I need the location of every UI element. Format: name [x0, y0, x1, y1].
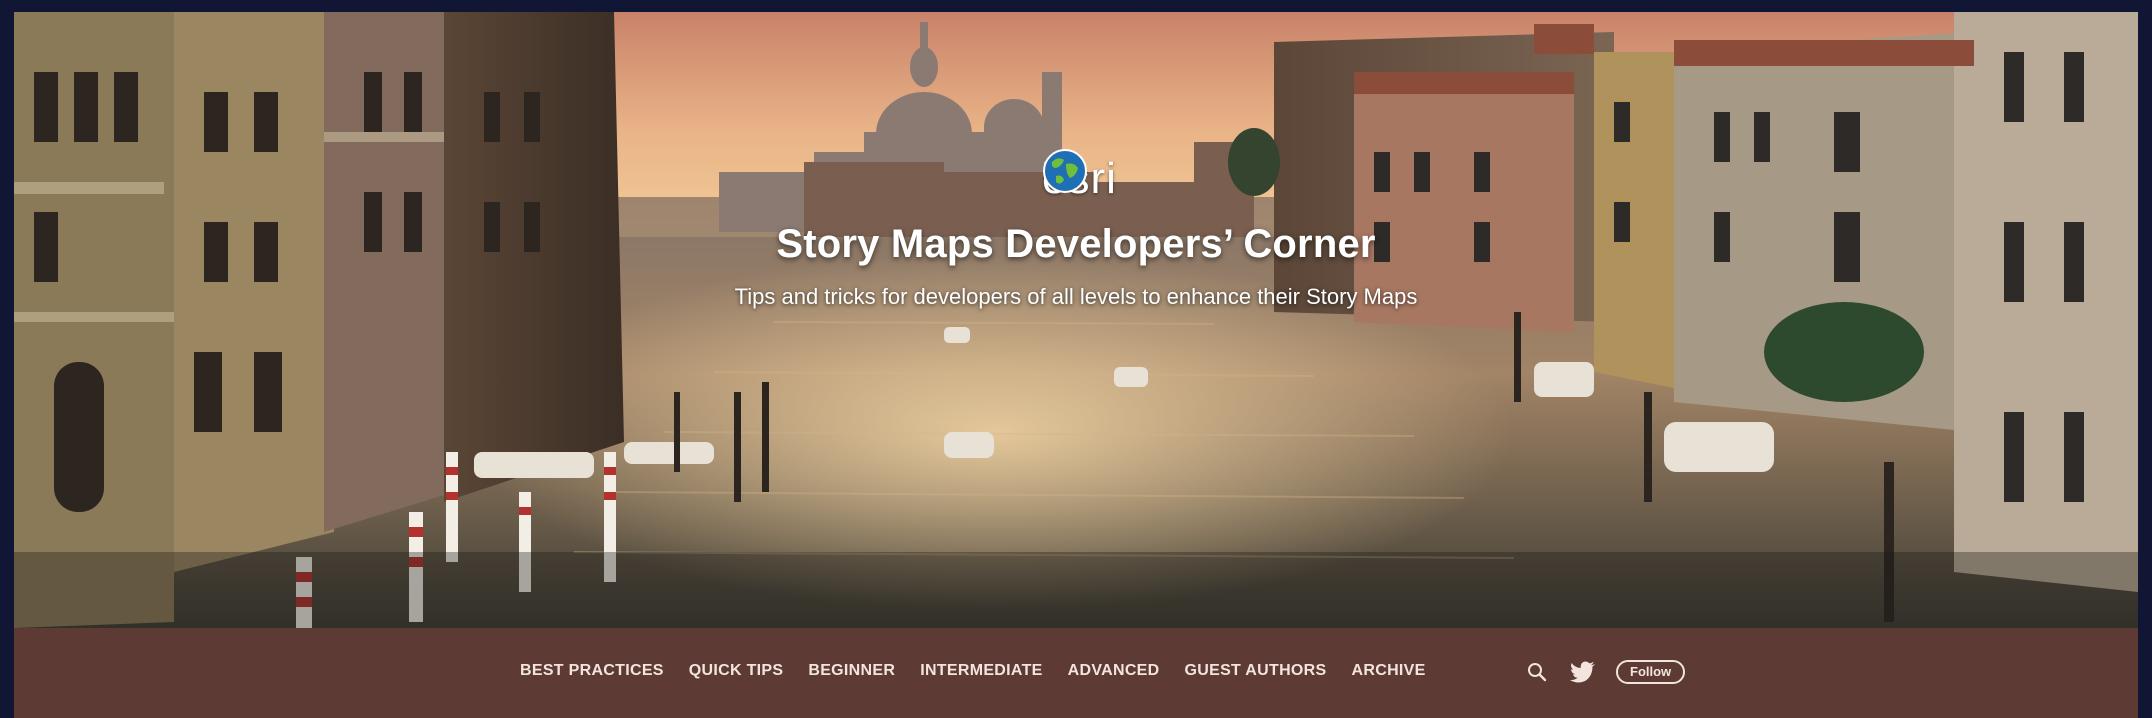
nav-item-guest-authors[interactable]: GUEST AUTHORS [1185, 662, 1327, 680]
hero-banner: esri Story Maps Developers’ Corner Tips … [14, 12, 2138, 628]
nav-menu: BEST PRACTICES QUICK TIPS BEGINNER INTER… [520, 662, 1451, 680]
nav-item-archive[interactable]: ARCHIVE [1352, 662, 1426, 680]
page-tagline: Tips and tricks for developers of all le… [734, 284, 1418, 309]
nav-tools: Follow [1526, 654, 1686, 690]
search-icon[interactable] [1526, 661, 1548, 683]
nav-item-advanced[interactable]: ADVANCED [1068, 662, 1160, 680]
nav-item-quick-tips[interactable]: QUICK TIPS [689, 662, 784, 680]
nav-item-intermediate[interactable]: INTERMEDIATE [920, 662, 1042, 680]
esri-logo[interactable]: esri [1042, 148, 1117, 210]
follow-button[interactable]: Follow [1616, 660, 1686, 684]
nav-item-best-practices[interactable]: BEST PRACTICES [520, 662, 664, 680]
page-frame: esri Story Maps Developers’ Corner Tips … [0, 0, 2152, 718]
main-navbar: BEST PRACTICES QUICK TIPS BEGINNER INTER… [14, 628, 2138, 718]
hero-text-overlay: esri Story Maps Developers’ Corner Tips … [14, 12, 2138, 628]
nav-item-beginner[interactable]: BEGINNER [808, 662, 895, 680]
globe-icon [1043, 149, 1087, 193]
page-title: Story Maps Developers’ Corner [776, 222, 1376, 266]
twitter-icon[interactable] [1570, 661, 1596, 683]
